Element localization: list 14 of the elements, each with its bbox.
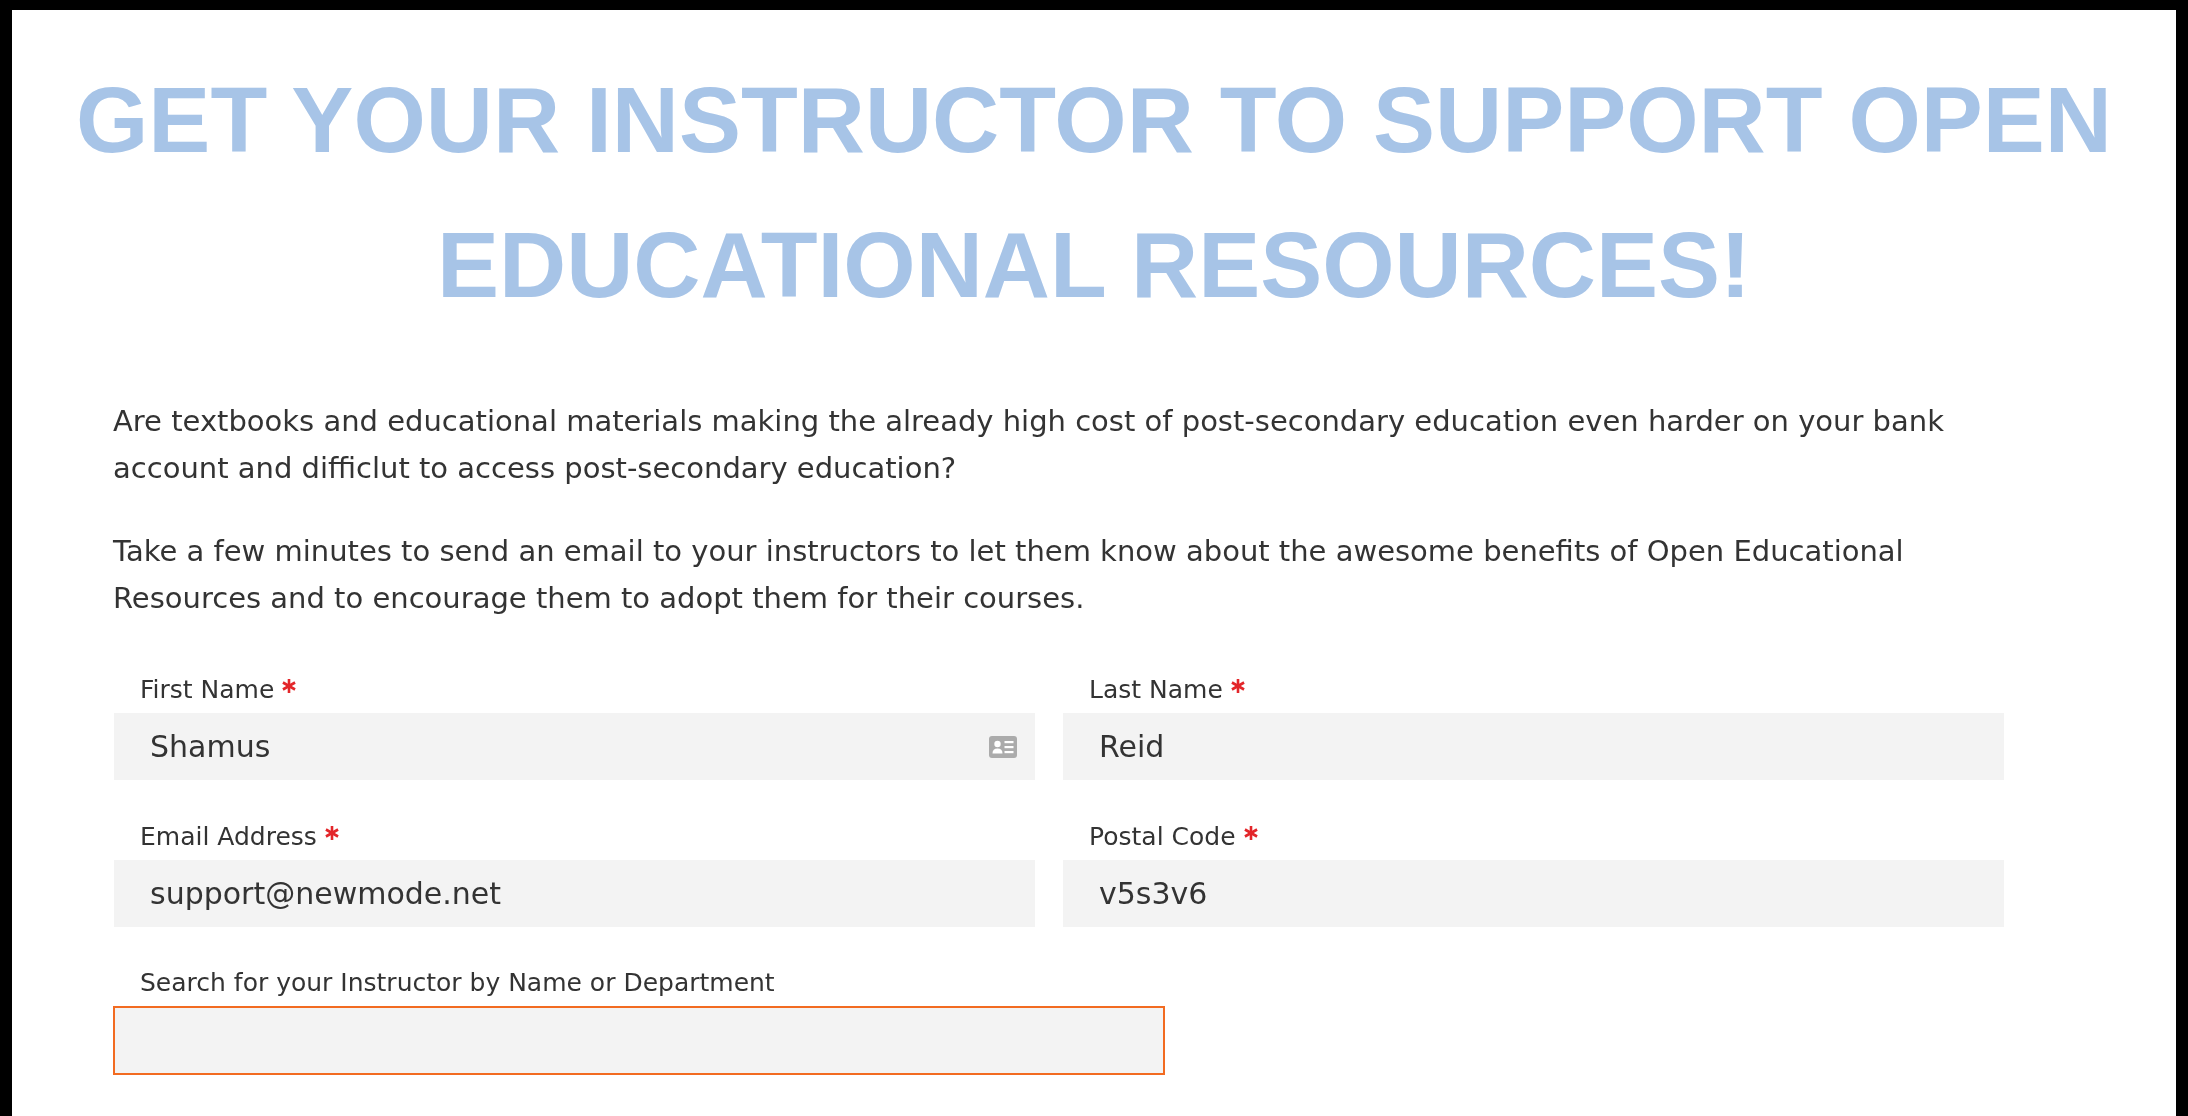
intro-paragraph: Are textbooks and educational materials making the already high cost of post-secondary education even harder on your bank account and difficlut to access post-secondary education?: [113, 403, 1945, 487]
field-label: Postal Code: [1089, 821, 1236, 853]
field-label: Search for your Instructor by Name or Department: [140, 967, 775, 999]
input-field[interactable]: Shamus: [114, 713, 1035, 780]
contact-card-icon[interactable]: [989, 736, 1017, 758]
input-field[interactable]: Reid: [1063, 713, 2004, 780]
search-field[interactable]: [113, 1006, 1165, 1075]
input-field[interactable]: v5s3v6: [1063, 860, 2004, 927]
input-field[interactable]: support@newmode.net: [114, 860, 1035, 927]
field-label: Last Name: [1089, 674, 1223, 706]
field-label: Email Address: [140, 821, 317, 853]
intro-paragraph: Take a few minutes to send an email to your instructors to let them know about the awesome benefits of Open Educational Resources and to encourage them to adopt them for their courses.: [113, 533, 1905, 617]
field-label: First Name: [140, 674, 275, 706]
page-title: GET YOUR INSTRUCTOR TO SUPPORT OPEN EDUCATIONAL RESOURCES!: [75, 67, 2113, 319]
